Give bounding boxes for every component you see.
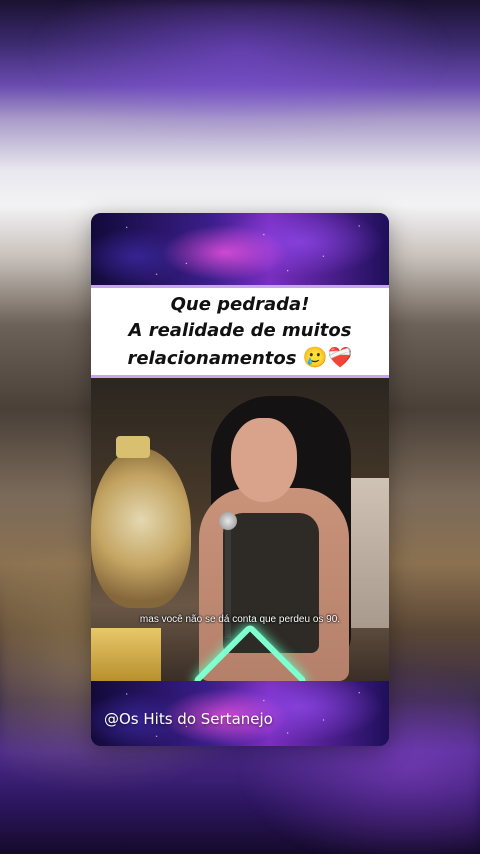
- lamp-cap: [116, 436, 150, 458]
- singer-top: [223, 513, 319, 653]
- singer-face: [231, 418, 297, 502]
- floor-light: [91, 628, 161, 681]
- caption-line-1: Que pedrada!: [170, 293, 310, 315]
- decorative-lamp: [91, 448, 191, 608]
- caption-emoji: 🥲❤️‍🩹: [302, 344, 353, 369]
- caption-box: Que pedrada! A realidade de muitos relac…: [91, 285, 389, 378]
- microphone-icon: [219, 512, 237, 530]
- caption-line-2: A realidade de muitos: [128, 319, 352, 341]
- post-card[interactable]: Que pedrada! A realidade de muitos relac…: [91, 213, 389, 746]
- caption-line-3-text: relacionamentos: [127, 347, 297, 369]
- caption-line-3: relacionamentos 🥲❤️‍🩹: [127, 344, 352, 372]
- watermark-handle: @Os Hits do Sertanejo: [104, 710, 273, 728]
- video-subtitle: mas você não se dá conta que perdeu os 9…: [139, 614, 341, 625]
- galaxy-header-banner: [91, 213, 389, 285]
- video-frame[interactable]: mas você não se dá conta que perdeu os 9…: [91, 378, 389, 681]
